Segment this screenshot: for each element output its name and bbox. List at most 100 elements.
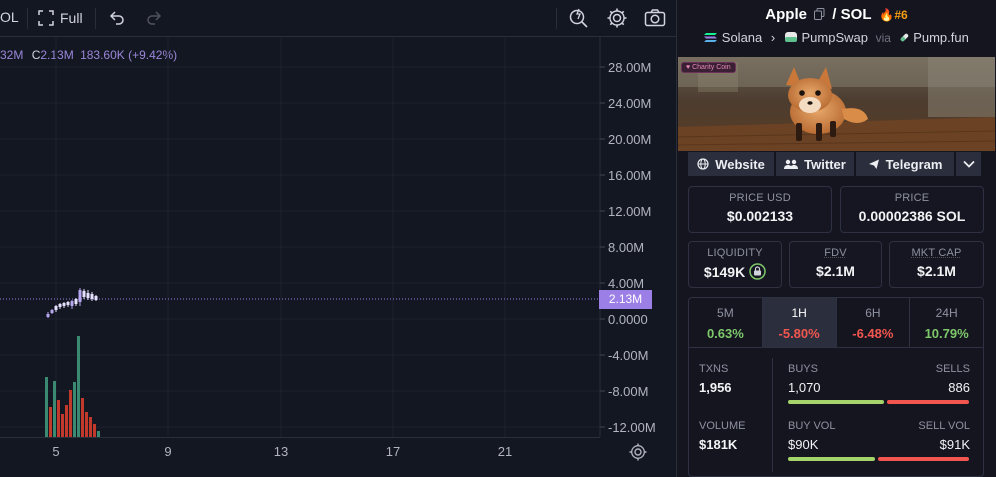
gear-icon <box>629 443 647 461</box>
chain-breadcrumb: Solana › PumpSwap via Pump.fun <box>677 30 996 45</box>
toolbar-divider <box>556 8 557 29</box>
base-token: Apple <box>765 6 807 23</box>
buys-ratio-bar <box>788 400 884 404</box>
fdv-value: $2.1M <box>816 263 855 279</box>
chevron-right-icon: › <box>770 30 776 45</box>
chart-panel[interactable]: OL Full 32M C2.13M 183.60K (+9.42%) 28.0… <box>0 0 676 477</box>
fdv-card: FDV $2.1M <box>789 241 882 288</box>
twitter-button[interactable]: Twitter <box>776 152 854 176</box>
flame-icon: 🔥 <box>879 8 895 22</box>
price-label: 8.00M <box>608 240 644 255</box>
volume-value: $181K <box>699 437 738 452</box>
time-axis[interactable]: 5 9 13 17 21 <box>0 437 600 477</box>
price-usd-card: PRICE USD $0.002133 <box>688 186 832 233</box>
volume-bar <box>49 407 52 437</box>
launchpad-name[interactable]: Pump.fun <box>913 30 969 45</box>
volume-bar <box>85 412 88 437</box>
sell-vol-label: SELL VOL <box>918 420 970 432</box>
candle-body <box>74 299 78 304</box>
screenshot-button[interactable] <box>644 6 666 30</box>
fullscreen-button[interactable]: Full <box>38 6 83 30</box>
volume-bar <box>57 400 60 437</box>
volume-bar <box>73 382 76 437</box>
fullscreen-icon <box>38 10 54 26</box>
candle-body <box>86 293 90 298</box>
settings-button[interactable] <box>606 6 628 30</box>
volume-bars <box>45 336 100 437</box>
price-chart[interactable]: 28.00M 24.00M 20.00M 16.00M 12.00M 8.00M 4.00M… <box>0 37 676 437</box>
dex-name[interactable]: PumpSwap <box>801 30 867 45</box>
charity-coin-badge: ♥ Charity Coin <box>681 62 736 73</box>
sells-value: 886 <box>948 380 970 395</box>
symbol-label[interactable]: OL <box>0 9 19 25</box>
lock-icon[interactable] <box>749 263 766 280</box>
tab-1h[interactable]: 1H -5.80% <box>762 298 837 347</box>
volume-label: VOLUME <box>699 420 746 432</box>
candle-body <box>70 301 74 306</box>
gear-icon <box>607 8 627 28</box>
buys-value: 1,070 <box>788 380 821 395</box>
price-native-card: PRICE 0.00002386 SOL <box>840 186 984 233</box>
solana-icon <box>704 33 718 42</box>
tab-label: 6H <box>865 306 881 320</box>
buy-vol-label: BUY VOL <box>788 420 836 432</box>
charity-coin-label: Charity Coin <box>692 64 731 71</box>
more-socials-button[interactable] <box>956 152 981 176</box>
buy-vol-ratio-bar <box>788 457 875 461</box>
price-usd-value: $0.002133 <box>726 208 794 224</box>
buy-vol-value: $90K <box>788 437 819 452</box>
candle-body <box>66 302 70 305</box>
price-label: 24.00M <box>608 96 651 111</box>
chevron-down-icon <box>962 160 975 168</box>
candle-body <box>46 314 50 317</box>
telegram-button[interactable]: Telegram <box>856 152 954 176</box>
time-label: 9 <box>164 444 172 459</box>
volume-bar <box>81 398 84 437</box>
volume-bar <box>61 414 64 437</box>
current-price-tag: 2.13M <box>599 290 652 309</box>
tab-6h[interactable]: 6H -6.48% <box>837 298 911 347</box>
telegram-icon <box>868 159 879 169</box>
chain-name[interactable]: Solana <box>722 30 762 45</box>
volume-bar <box>89 417 92 437</box>
price-label: -12.00M <box>608 420 656 435</box>
price-label: 0.0000 <box>608 312 648 327</box>
twitter-label: Twitter <box>804 156 846 172</box>
axis-settings-button[interactable] <box>628 442 648 462</box>
camera-icon <box>644 9 666 27</box>
candle-body <box>78 290 82 302</box>
toolbar-divider <box>95 8 96 29</box>
price-label: 4.00M <box>608 276 644 291</box>
price-axis: 28.00M 24.00M 20.00M 16.00M 12.00M 8.00M 4.00M… <box>600 60 656 435</box>
tab-24h[interactable]: 24H 10.79% <box>910 298 983 347</box>
price-usd-label: PRICE USD <box>729 192 791 204</box>
quick-search-button[interactable] <box>568 6 590 30</box>
copy-icon[interactable] <box>814 8 825 20</box>
buys-label: BUYS <box>788 363 818 375</box>
candle-body <box>50 310 54 313</box>
pair-title: Apple / SOL 🔥#6 <box>677 6 996 23</box>
fullscreen-label: Full <box>60 10 83 26</box>
volume-bar <box>69 390 72 437</box>
mktcap-label: MKT CAP <box>911 247 962 259</box>
candle-body <box>90 294 94 299</box>
price-label: -8.00M <box>608 384 648 399</box>
volume-bar <box>45 377 48 437</box>
price-label: 20.00M <box>608 132 651 147</box>
tab-label: 24H <box>935 306 958 320</box>
volume-bar <box>93 424 96 437</box>
rank-value: #6 <box>894 8 908 22</box>
timeframe-stats: 5M 0.63% 1H -5.80% 6H -6.48% 24H 10.79% … <box>688 297 984 477</box>
candle-body <box>62 303 66 306</box>
sells-ratio-bar <box>887 400 969 404</box>
undo-button[interactable] <box>108 6 126 30</box>
redo-button[interactable] <box>145 6 163 30</box>
tab-5m[interactable]: 5M 0.63% <box>689 298 763 347</box>
token-banner: ♥ Charity Coin <box>678 57 995 151</box>
tab-label: 5M <box>717 306 734 320</box>
tab-label: 1H <box>791 306 807 320</box>
website-button[interactable]: Website <box>688 152 774 176</box>
mktcap-value: $2.1M <box>917 263 956 279</box>
users-icon <box>784 159 799 169</box>
via-label: via <box>875 31 891 45</box>
